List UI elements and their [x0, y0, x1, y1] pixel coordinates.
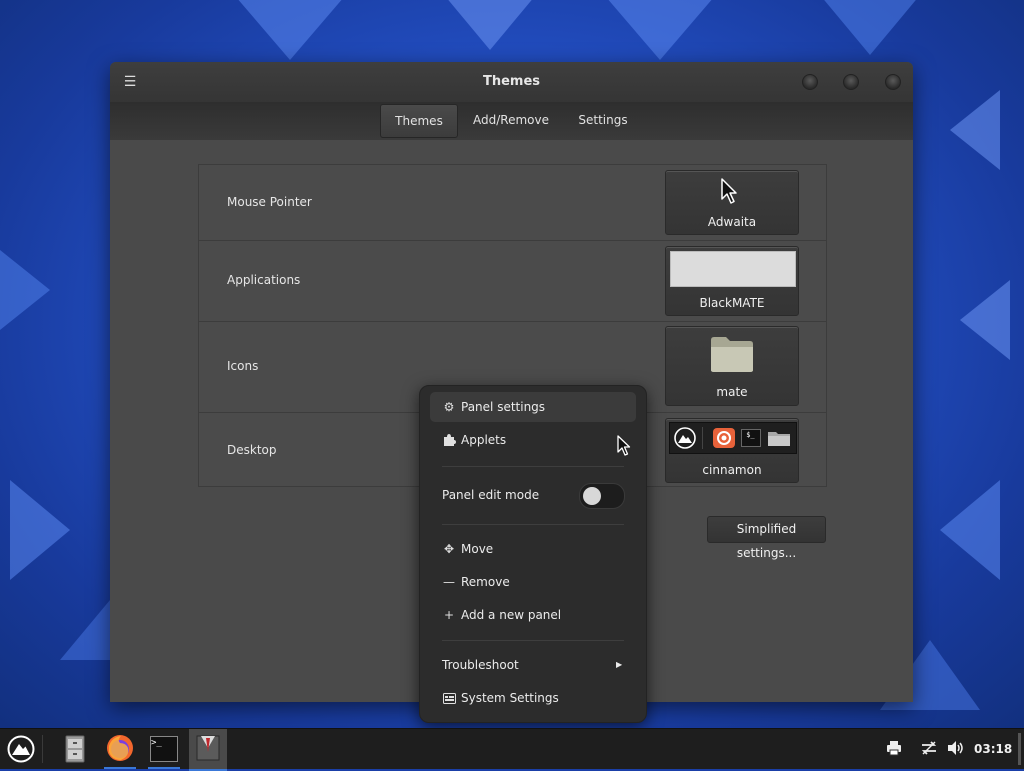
menu-item-system-settings[interactable]: System Settings: [430, 683, 636, 713]
folder-icon: [768, 432, 790, 446]
themes-app-launcher[interactable]: [189, 729, 227, 771]
menu-item-label: Troubleshoot: [442, 658, 519, 672]
panel-edit-mode-toggle[interactable]: [579, 483, 625, 509]
theme-row-applications: Applications BlackMATE: [199, 241, 826, 322]
simplified-settings-button[interactable]: Simplified settings...: [707, 516, 826, 560]
menu-item-remove[interactable]: — Remove: [430, 567, 636, 597]
firefox-icon: [107, 735, 133, 761]
puzzle-icon: [442, 425, 456, 457]
chevron-right-icon: ▶: [616, 660, 623, 669]
hamburger-icon[interactable]: ☰: [122, 74, 138, 90]
menu-separator: [442, 466, 624, 467]
menu-item-applets[interactable]: Applets: [430, 425, 636, 455]
menu-item-panel-settings[interactable]: ⚙ Panel settings: [430, 392, 636, 422]
firefox-launcher[interactable]: [101, 729, 139, 769]
gear-icon: ⚙: [443, 400, 455, 414]
theme-name: cinnamon: [702, 463, 762, 477]
menu-item-label: Move: [461, 542, 494, 556]
light-gray-swatch: [670, 251, 796, 287]
taskbar-separator: [42, 735, 43, 763]
menu-item-move[interactable]: ✥ Move: [430, 534, 636, 564]
taskbar: >_ 03:18: [0, 728, 1024, 771]
show-desktop-button[interactable]: [1018, 733, 1021, 765]
menu-item-label: Panel edit mode: [442, 488, 540, 502]
mouse-pointer-theme-button[interactable]: Adwaita: [665, 170, 799, 235]
running-indicator: [104, 767, 136, 769]
theme-name: mate: [716, 385, 748, 399]
separator: [702, 427, 703, 449]
settings-panel-icon: [442, 683, 456, 715]
file-manager-icon: [65, 735, 85, 763]
menu-item-add-new-panel[interactable]: + Add a new panel: [430, 600, 636, 630]
menu-item-label: Panel settings: [461, 400, 546, 414]
tab-add-remove[interactable]: Add/Remove: [466, 104, 556, 136]
menu-icon: [7, 735, 35, 763]
folder-icon: [711, 337, 753, 372]
row-label: Applications: [227, 273, 301, 287]
menu-item-label: System Settings: [461, 691, 559, 705]
menu-item-label: Applets: [461, 433, 507, 447]
applications-theme-button[interactable]: BlackMATE: [665, 246, 799, 316]
theme-name: BlackMATE: [699, 296, 765, 310]
menu-item-label: Add a new panel: [461, 608, 562, 622]
panel-preview: $_: [669, 422, 797, 454]
mouse-cursor-icon: [617, 435, 631, 456]
plus-icon: +: [443, 608, 455, 622]
menu-separator: [442, 640, 624, 641]
row-label: Icons: [227, 359, 259, 373]
terminal-icon: >_: [150, 736, 178, 762]
themes-app-icon: [196, 735, 220, 761]
menu-item-troubleshoot[interactable]: Troubleshoot ▶: [430, 650, 636, 680]
tab-themes[interactable]: Themes: [380, 104, 458, 138]
move-icon: ✥: [443, 542, 455, 556]
running-indicator: [148, 767, 180, 769]
volume-icon[interactable]: [947, 740, 965, 758]
theme-row-mouse-pointer: Mouse Pointer Adwaita: [199, 165, 826, 241]
file-manager-launcher[interactable]: [56, 729, 94, 769]
row-label: Desktop: [227, 443, 277, 457]
panel-context-menu: ⚙ Panel settings Applets Panel edit mode…: [419, 385, 647, 723]
title-bar[interactable]: ☰ Themes: [110, 62, 913, 102]
terminal-icon: $_: [741, 429, 761, 447]
menu-separator: [442, 524, 624, 525]
close-button[interactable]: [885, 74, 901, 90]
clock[interactable]: 03:18: [974, 729, 1012, 769]
minimize-button[interactable]: [802, 74, 818, 90]
pointer-arrow-icon: [721, 178, 737, 204]
maximize-button[interactable]: [843, 74, 859, 90]
row-label: Mouse Pointer: [227, 195, 312, 209]
terminal-launcher[interactable]: >_: [145, 729, 183, 769]
window-title: Themes: [482, 74, 541, 89]
icons-theme-button[interactable]: mate: [665, 326, 799, 406]
menu-item-label: Remove: [461, 575, 510, 589]
desktop-theme-button[interactable]: $_ cinnamon: [665, 418, 799, 483]
tab-settings[interactable]: Settings: [568, 104, 638, 136]
firefox-icon: [713, 428, 735, 448]
toggle-knob: [583, 487, 601, 505]
theme-name: Adwaita: [707, 215, 757, 229]
menu-icon: [674, 427, 696, 449]
minus-icon: —: [443, 575, 455, 589]
printer-icon[interactable]: [885, 740, 903, 758]
start-menu-button[interactable]: [1, 729, 39, 769]
tab-bar: Themes Add/Remove Settings: [110, 102, 913, 141]
network-icon[interactable]: [920, 740, 938, 758]
